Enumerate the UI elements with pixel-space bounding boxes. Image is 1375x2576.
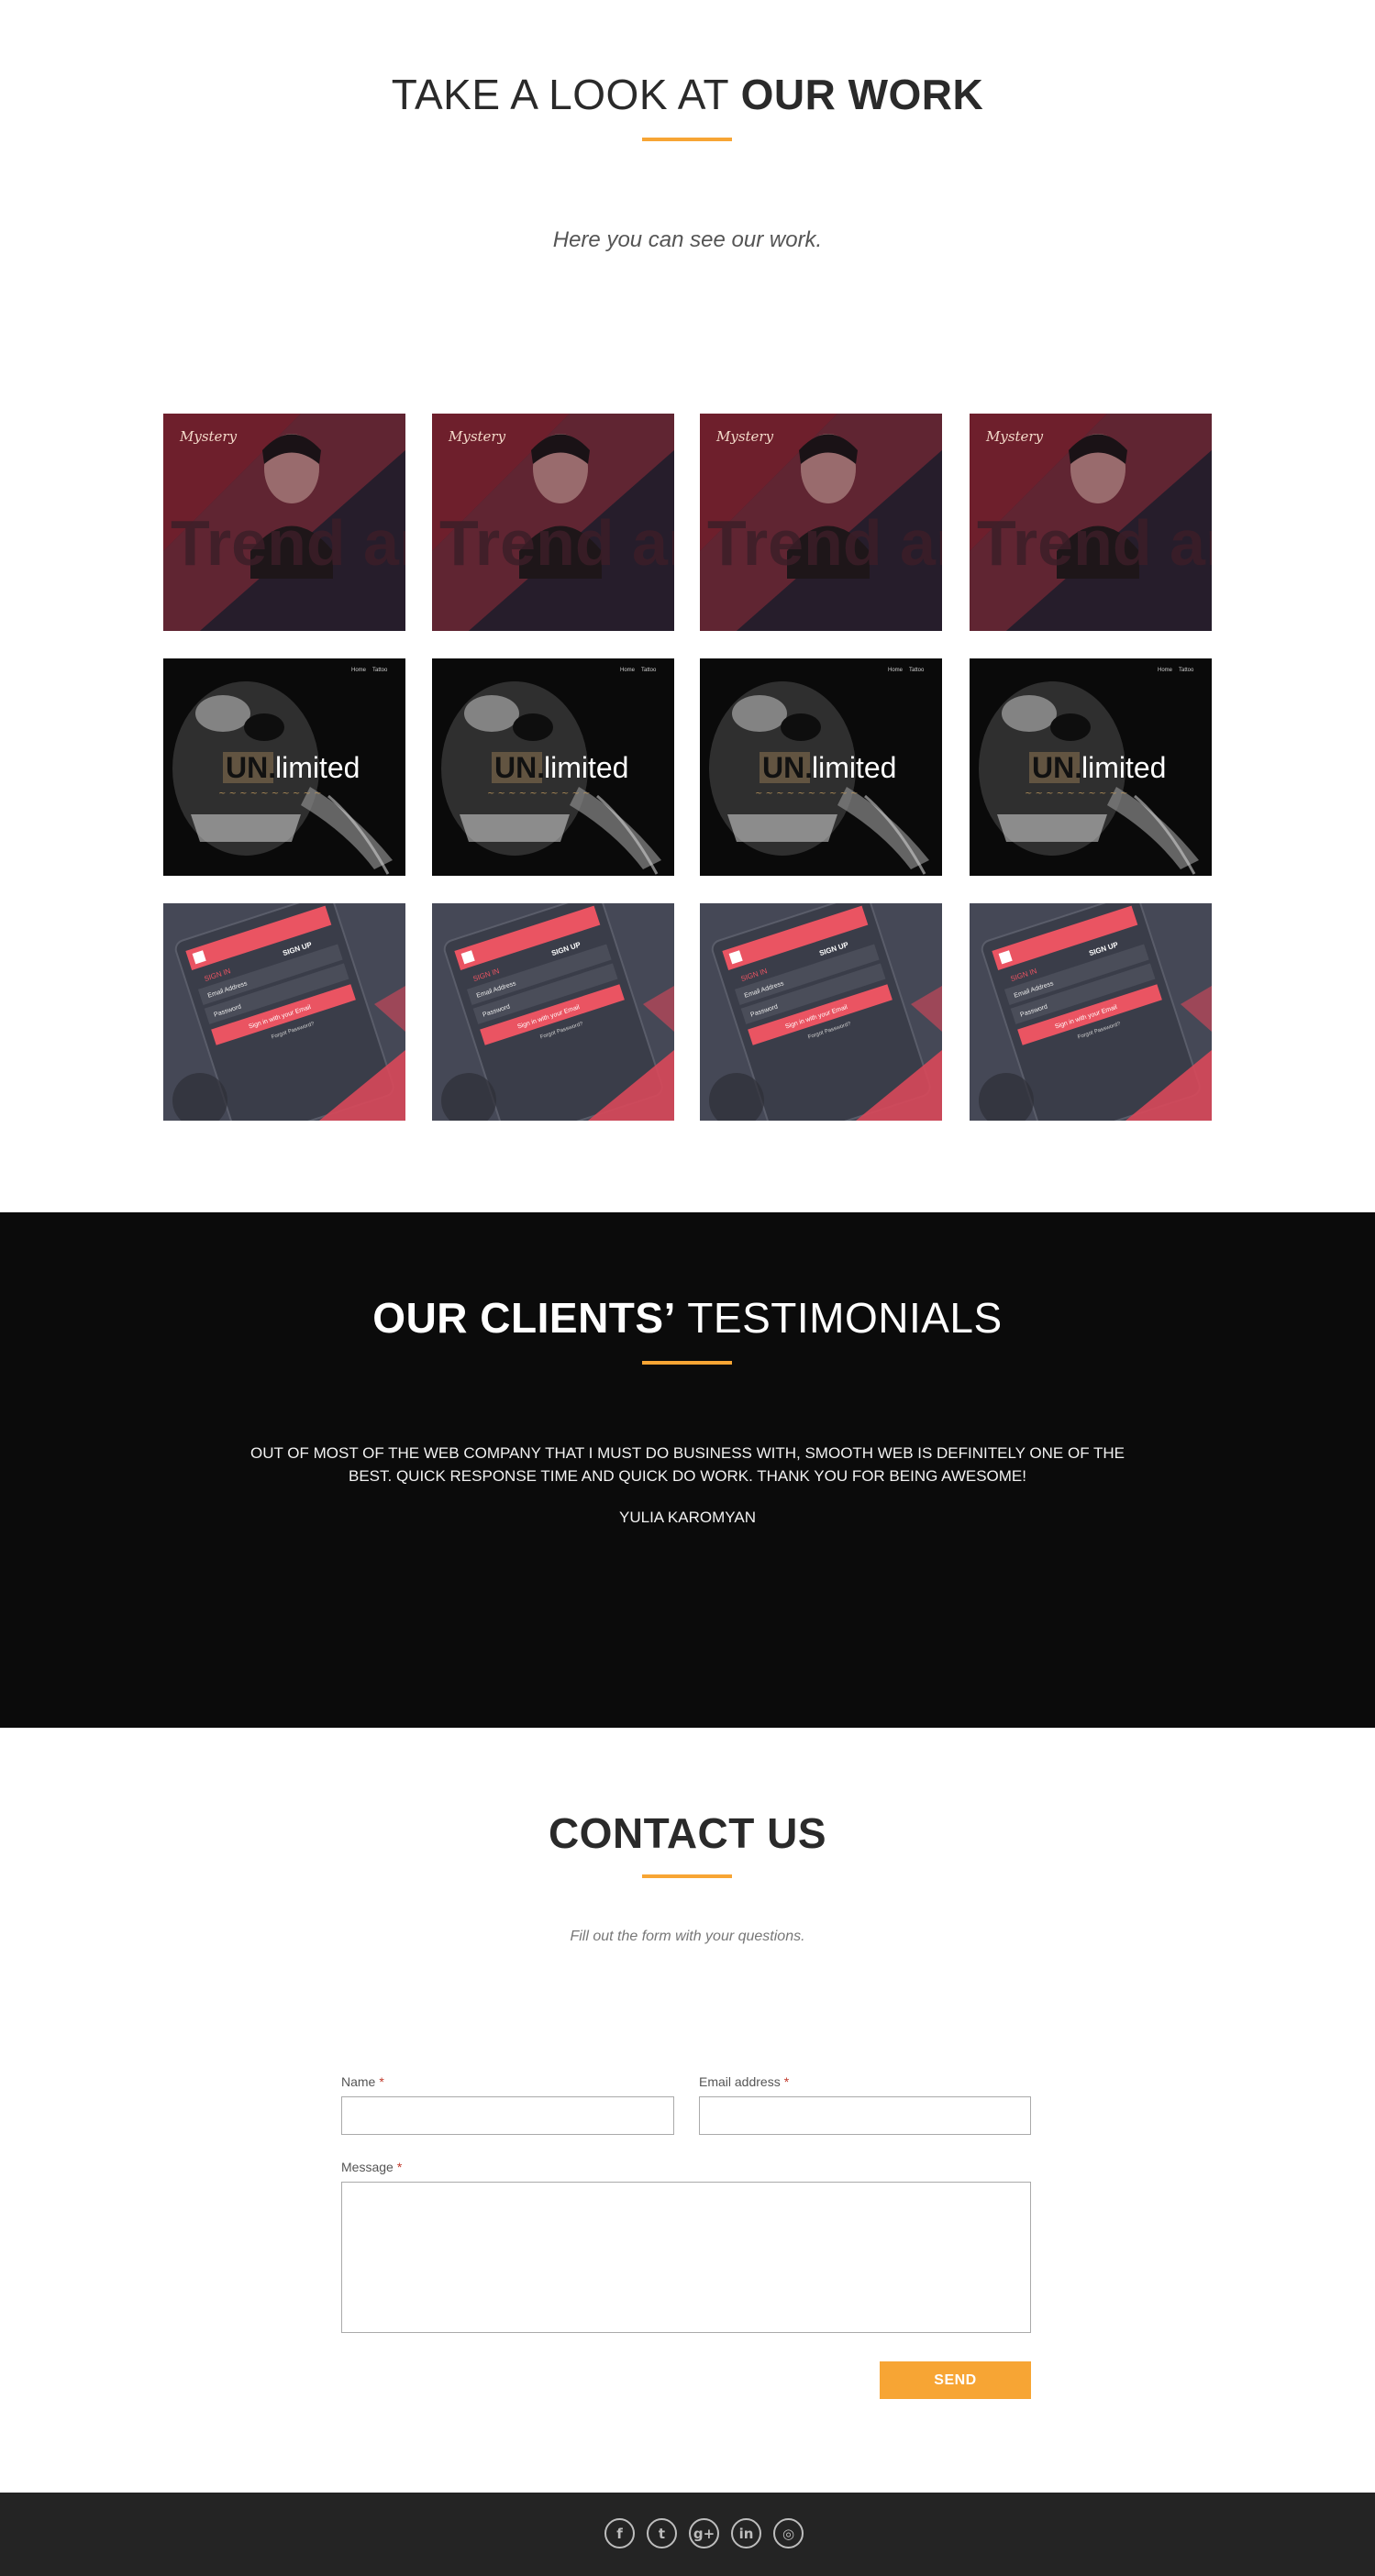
facebook-icon[interactable]: f xyxy=(604,2518,635,2548)
testimonials-title-bold: OUR CLIENTS’ xyxy=(372,1294,676,1342)
portfolio-item-unlimited[interactable]: Home Tattoo UN. limited ~ ~ ~ ~ ~ ~ ~ ~ … xyxy=(163,658,405,876)
tile-nav-tattoo: Tattoo xyxy=(1179,668,1194,673)
send-button[interactable]: SEND xyxy=(880,2361,1031,2399)
contact-section: CONTACT US Fill out the form with your q… xyxy=(0,1728,1375,2493)
svg-text:~ ~ ~ ~ ~ ~ ~ ~ ~ ~: ~ ~ ~ ~ ~ ~ ~ ~ ~ ~ xyxy=(755,789,858,799)
testimonials-title-underline xyxy=(642,1361,732,1365)
name-field[interactable] xyxy=(341,2096,674,2135)
portfolio-item-unlimited[interactable]: Home Tattoo UN. limited ~ ~ ~ ~ ~ ~ ~ ~ … xyxy=(700,658,942,876)
portfolio-item-app[interactable]: SIGN UP SIGN IN Email Address Password S… xyxy=(432,903,674,1121)
tile-nav-tattoo: Tattoo xyxy=(641,668,657,673)
work-subtitle: Here you can see our work. xyxy=(552,227,823,252)
name-label: Name * xyxy=(341,2074,384,2089)
work-title-bold: OUR WORK xyxy=(740,71,984,118)
tile-nav-home: Home xyxy=(351,668,367,673)
portfolio-item-unlimited[interactable]: Home Tattoo UN. limited ~ ~ ~ ~ ~ ~ ~ ~ … xyxy=(432,658,674,876)
contact-title: CONTACT US xyxy=(0,1808,1375,1858)
tile-nav-home: Home xyxy=(888,668,904,673)
work-title-underline xyxy=(642,138,732,141)
testimonial-quote: OUT OF MOST OF THE WEB COMPANY THAT I MU… xyxy=(249,1444,1126,1485)
tile-big-text: Trend ar xyxy=(439,507,674,579)
footer: f t g+ in ◎ xyxy=(0,2493,1375,2576)
message-label: Message * xyxy=(341,2160,402,2174)
google-plus-icon[interactable]: g+ xyxy=(689,2518,719,2548)
tile-nav-home: Home xyxy=(620,668,636,673)
work-title: TAKE A LOOK AT OUR WORK xyxy=(0,70,1375,119)
tile-big-text: Trend ar xyxy=(171,507,405,579)
work-section: TAKE A LOOK AT OUR WORK Here you can see… xyxy=(0,0,1375,1212)
email-required-mark: * xyxy=(783,2074,790,2089)
portfolio-item-mystery[interactable]: Mystery Trend ar xyxy=(970,414,1212,631)
email-label: Email address * xyxy=(699,2074,789,2089)
tile-brand-b: limited xyxy=(544,751,628,784)
portfolio-item-mystery[interactable]: Mystery Trend ar xyxy=(163,414,405,631)
tile-nav-home: Home xyxy=(1158,668,1173,673)
tile-caption: Mystery xyxy=(985,428,1044,445)
portfolio-item-mystery[interactable]: Mystery Trend ar xyxy=(432,414,674,631)
name-required-mark: * xyxy=(379,2074,384,2089)
portfolio-item-mystery[interactable]: Mystery Trend ar xyxy=(700,414,942,631)
portfolio-item-app[interactable]: SIGN UP SIGN IN Email Address Password S… xyxy=(970,903,1212,1121)
contact-title-underline xyxy=(642,1874,732,1878)
tile-caption: Mystery xyxy=(715,428,774,445)
svg-text:~ ~ ~ ~ ~ ~ ~ ~ ~ ~: ~ ~ ~ ~ ~ ~ ~ ~ ~ ~ xyxy=(218,789,321,799)
tile-nav-tattoo: Tattoo xyxy=(909,668,925,673)
portfolio-item-app[interactable]: SIGN UP SIGN IN Email Address Password S… xyxy=(163,903,405,1121)
tile-brand-a: UN. xyxy=(1032,751,1082,784)
tile-brand-b: limited xyxy=(275,751,360,784)
linkedin-icon[interactable]: in xyxy=(731,2518,761,2548)
tile-big-text: Trend ar xyxy=(977,507,1212,579)
svg-text:~ ~ ~ ~ ~ ~ ~ ~ ~ ~: ~ ~ ~ ~ ~ ~ ~ ~ ~ ~ xyxy=(1025,789,1127,799)
tile-brand-a: UN. xyxy=(226,751,276,784)
tile-caption: Mystery xyxy=(179,428,238,445)
portfolio-grid: Mystery Trend ar Mystery Trend ar Myster… xyxy=(163,414,1212,1121)
email-field[interactable] xyxy=(699,2096,1031,2135)
tile-brand-a: UN. xyxy=(494,751,545,784)
testimonials-title: OUR CLIENTS’ TESTIMONIALS xyxy=(0,1293,1375,1343)
testimonials-section: OUR CLIENTS’ TESTIMONIALS OUT OF MOST OF… xyxy=(0,1212,1375,1728)
dribbble-icon[interactable]: ◎ xyxy=(773,2518,804,2548)
message-label-text: Message xyxy=(341,2160,394,2174)
testimonials-title-light: TESTIMONIALS xyxy=(675,1294,1003,1342)
tile-big-text: Trend ar xyxy=(707,507,942,579)
contact-subtitle: Fill out the form with your questions. xyxy=(570,1929,805,1944)
email-label-text: Email address xyxy=(699,2074,781,2089)
svg-text:~ ~ ~ ~ ~ ~ ~ ~ ~ ~: ~ ~ ~ ~ ~ ~ ~ ~ ~ ~ xyxy=(487,789,590,799)
twitter-icon[interactable]: t xyxy=(647,2518,677,2548)
tile-caption: Mystery xyxy=(448,428,506,445)
work-title-light: TAKE A LOOK AT xyxy=(391,71,741,118)
testimonial-author: YULIA KAROMYAN xyxy=(619,1509,756,1526)
tile-nav-tattoo: Tattoo xyxy=(372,668,388,673)
tile-brand-a: UN. xyxy=(762,751,813,784)
message-required-mark: * xyxy=(396,2160,403,2174)
social-links: f t g+ in ◎ xyxy=(604,2518,804,2548)
portfolio-item-app[interactable]: SIGN UP SIGN IN Email Address Password S… xyxy=(700,903,942,1121)
name-label-text: Name xyxy=(341,2074,376,2089)
message-field[interactable] xyxy=(341,2182,1031,2333)
contact-title-text: CONTACT US xyxy=(548,1809,827,1857)
tile-brand-b: limited xyxy=(812,751,896,784)
portfolio-item-unlimited[interactable]: Home Tattoo UN. limited ~ ~ ~ ~ ~ ~ ~ ~ … xyxy=(970,658,1212,876)
tile-brand-b: limited xyxy=(1081,751,1166,784)
